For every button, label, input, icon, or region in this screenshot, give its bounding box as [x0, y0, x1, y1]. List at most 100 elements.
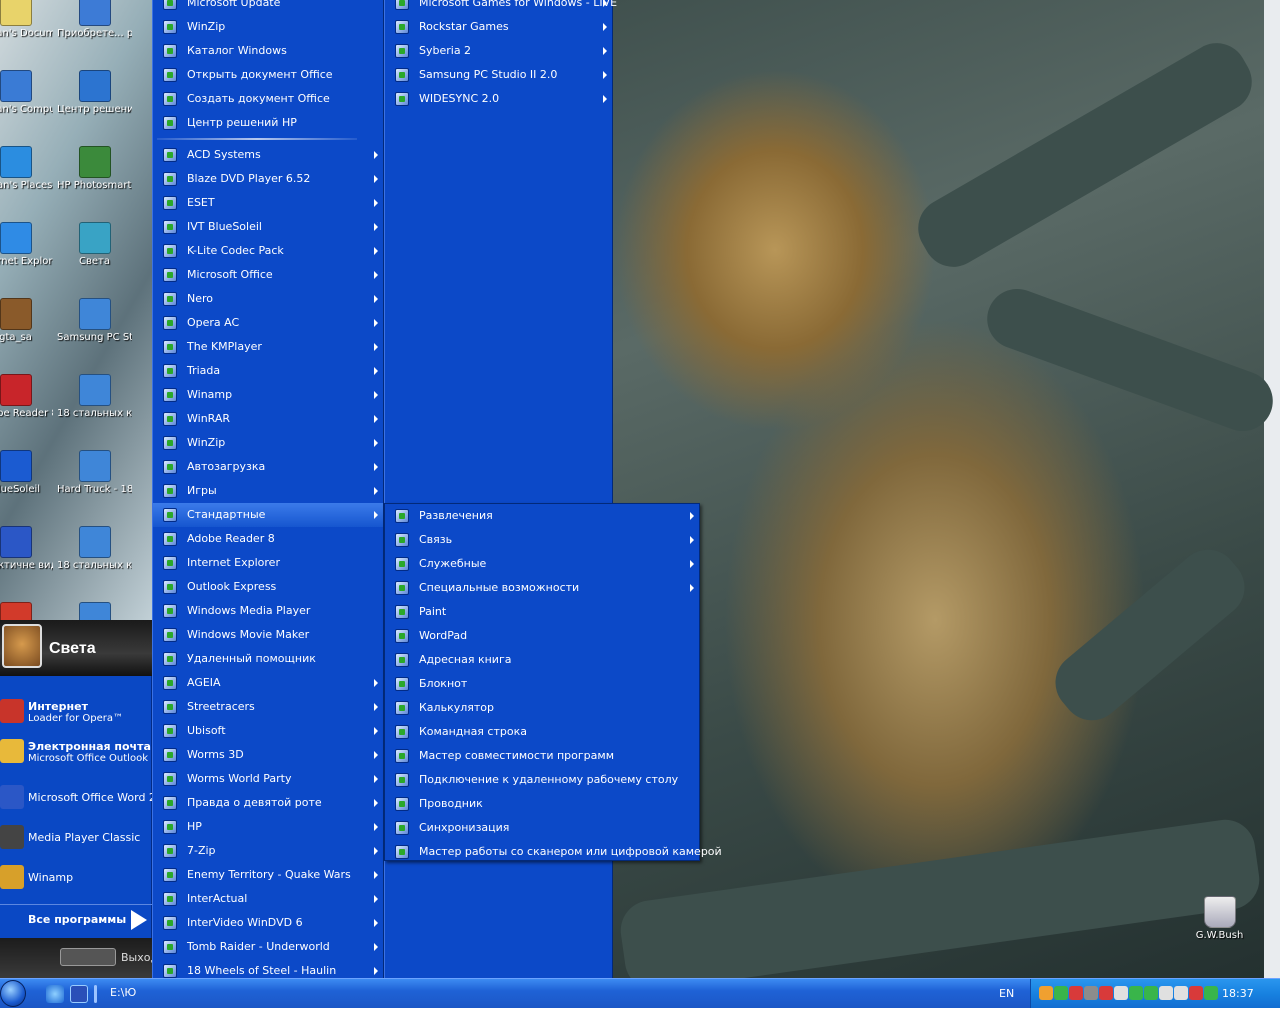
- tray-icon[interactable]: [1099, 986, 1113, 1000]
- desktop-shortcut[interactable]: Ahsan's Places: [0, 146, 53, 192]
- menu-item[interactable]: Командная строка: [385, 720, 699, 744]
- menu-item[interactable]: HP: [153, 815, 383, 839]
- internet-explorer-icon[interactable]: [46, 985, 64, 1003]
- desktop-shortcut[interactable]: 18 стальных колес - По...: [57, 526, 132, 572]
- menu-item[interactable]: WIDESYNC 2.0: [385, 87, 612, 111]
- menu-item[interactable]: Стандартные: [153, 503, 383, 527]
- menu-item[interactable]: Центр решений HP: [153, 111, 383, 135]
- menu-item[interactable]: InterVideo WinDVD 6: [153, 911, 383, 935]
- tray-icon[interactable]: [1189, 986, 1203, 1000]
- menu-item[interactable]: Rockstar Games: [385, 15, 612, 39]
- menu-item[interactable]: Адресная книга: [385, 648, 699, 672]
- menu-item[interactable]: Открыть документ Office: [153, 63, 383, 87]
- menu-item[interactable]: Специальные возможности: [385, 576, 699, 600]
- desktop-shortcut[interactable]: Света: [57, 222, 132, 268]
- tray-icon[interactable]: [1144, 986, 1158, 1000]
- tray-icon[interactable]: [1054, 986, 1068, 1000]
- menu-item[interactable]: ESET: [153, 191, 383, 215]
- menu-item[interactable]: Microsoft Games for Windows - LIVE: [385, 0, 617, 15]
- menu-item[interactable]: Outlook Express: [153, 575, 383, 599]
- menu-item[interactable]: Автозагрузка: [153, 455, 383, 479]
- menu-item[interactable]: WinZip: [153, 15, 383, 39]
- start-button[interactable]: [0, 980, 26, 1007]
- menu-item[interactable]: Microsoft Office: [153, 263, 383, 287]
- menu-item[interactable]: WinZip: [153, 431, 383, 455]
- desktop-shortcut[interactable]: Ahsan's Document: [0, 0, 53, 40]
- desktop-shortcut[interactable]: Практичне видання 10: [0, 526, 53, 572]
- menu-item[interactable]: Каталог Windows: [153, 39, 383, 63]
- taskbar-task-button[interactable]: E:\Ю: [110, 986, 136, 999]
- menu-item[interactable]: Winamp: [153, 383, 383, 407]
- desktop-shortcut[interactable]: 18 стальных колес - Пы...: [57, 374, 132, 420]
- recent-program-item[interactable]: Winamp: [0, 860, 152, 898]
- menu-item[interactable]: Калькулятор: [385, 696, 699, 720]
- lock-icon[interactable]: [60, 948, 116, 966]
- menu-item[interactable]: Windows Media Player: [153, 599, 383, 623]
- menu-item[interactable]: IVT BlueSoleil: [153, 215, 383, 239]
- menu-item[interactable]: Nero: [153, 287, 383, 311]
- desktop-shortcut[interactable]: Adobe Reader 8: [0, 374, 53, 420]
- menu-item[interactable]: Blaze DVD Player 6.52: [153, 167, 383, 191]
- menu-item[interactable]: Samsung PC Studio II 2.0: [385, 63, 612, 87]
- tray-icon[interactable]: [1159, 986, 1173, 1000]
- menu-item[interactable]: Internet Explorer: [153, 551, 383, 575]
- desktop-shortcut[interactable]: Ahsan's Computer: [0, 70, 53, 116]
- menu-item[interactable]: WordPad: [385, 624, 699, 648]
- menu-item[interactable]: Ubisoft: [153, 719, 383, 743]
- recent-program-item[interactable]: Media Player Classic: [0, 820, 152, 858]
- user-avatar[interactable]: [2, 624, 42, 668]
- menu-item[interactable]: Связь: [385, 528, 699, 552]
- desktop-shortcut[interactable]: HP Photosmart Essential: [57, 146, 132, 192]
- tray-icon[interactable]: [1174, 986, 1188, 1000]
- recent-program-item[interactable]: Microsoft Office Word 2003: [0, 780, 177, 818]
- tray-icon[interactable]: [1204, 986, 1218, 1000]
- menu-item[interactable]: Блокнот: [385, 672, 699, 696]
- menu-item[interactable]: Streetracers: [153, 695, 383, 719]
- menu-item[interactable]: Удаленный помощник: [153, 647, 383, 671]
- menu-item[interactable]: Игры: [153, 479, 383, 503]
- menu-item[interactable]: Мастер совместимости программ: [385, 744, 699, 768]
- menu-item[interactable]: Проводник: [385, 792, 699, 816]
- menu-item[interactable]: Triada: [153, 359, 383, 383]
- desktop-shortcut[interactable]: Hard Truck - 18 стальн...: [57, 450, 132, 496]
- menu-item[interactable]: K-Lite Codec Pack: [153, 239, 383, 263]
- menu-item[interactable]: Служебные: [385, 552, 699, 576]
- desktop-shortcut[interactable]: Центр решений HP: [57, 70, 132, 116]
- menu-item[interactable]: Worms 3D: [153, 743, 383, 767]
- show-desktop-icon[interactable]: [70, 985, 88, 1003]
- menu-item[interactable]: Worms World Party: [153, 767, 383, 791]
- menu-item[interactable]: Правда о девятой роте: [153, 791, 383, 815]
- menu-item[interactable]: Tomb Raider - Underworld: [153, 935, 383, 959]
- language-indicator[interactable]: EN: [999, 987, 1014, 1000]
- menu-item[interactable]: Microsoft Update: [153, 0, 383, 15]
- menu-item[interactable]: ACD Systems: [153, 143, 383, 167]
- clock[interactable]: 18:37: [1222, 987, 1254, 1000]
- menu-item[interactable]: WinRAR: [153, 407, 383, 431]
- menu-item[interactable]: Синхронизация: [385, 816, 699, 840]
- menu-item[interactable]: Enemy Territory - Quake Wars: [153, 863, 383, 887]
- desktop-shortcut[interactable]: Internet Explorer: [0, 222, 53, 268]
- menu-item[interactable]: AGEIA: [153, 671, 383, 695]
- tray-icon[interactable]: [1114, 986, 1128, 1000]
- tray-icon[interactable]: [1039, 986, 1053, 1000]
- menu-item[interactable]: Adobe Reader 8: [153, 527, 383, 551]
- menu-item[interactable]: Syberia 2: [385, 39, 612, 63]
- tray-icon[interactable]: [1069, 986, 1083, 1000]
- recycle-bin-icon[interactable]: G.W.Bush: [1182, 896, 1257, 942]
- pinned-item[interactable]: Электронная почта Microsoft Office Outloo…: [0, 734, 152, 772]
- menu-item[interactable]: Paint: [385, 600, 699, 624]
- menu-item[interactable]: InterActual: [153, 887, 383, 911]
- pinned-item[interactable]: Интернет Loader for Opera™: [0, 694, 152, 732]
- menu-item[interactable]: The KMPlayer: [153, 335, 383, 359]
- menu-item[interactable]: Opera AC: [153, 311, 383, 335]
- desktop-shortcut[interactable]: Приобрете... расходны...: [57, 0, 132, 40]
- tray-icon[interactable]: [1129, 986, 1143, 1000]
- menu-item[interactable]: Создать документ Office: [153, 87, 383, 111]
- desktop-shortcut[interactable]: BlueSoleil: [0, 450, 53, 496]
- desktop-shortcut[interactable]: gta_sa: [0, 298, 53, 344]
- desktop-shortcut[interactable]: Samsung PC Studio II ...: [57, 298, 132, 344]
- menu-item[interactable]: Мастер работы со сканером или цифровой к…: [385, 840, 722, 864]
- menu-item[interactable]: Подключение к удаленному рабочему столу: [385, 768, 699, 792]
- tray-icon[interactable]: [1084, 986, 1098, 1000]
- menu-item[interactable]: Развлечения: [385, 504, 699, 528]
